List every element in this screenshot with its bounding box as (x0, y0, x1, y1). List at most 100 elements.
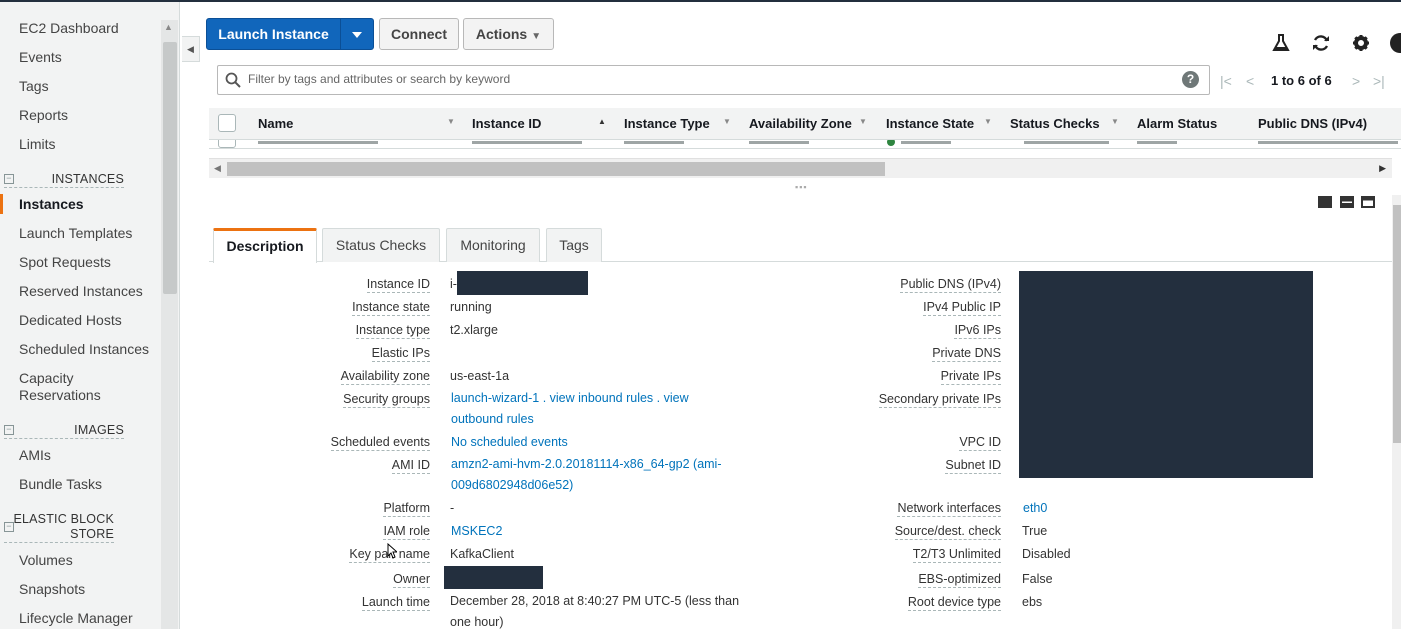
prev-page-icon[interactable]: < (1246, 73, 1254, 89)
label-network-interfaces: Network interfaces (897, 501, 1001, 517)
sidebar-item-tags[interactable]: Tags (19, 78, 49, 95)
label-private-ips: Private IPs (940, 369, 1001, 385)
sidebar-item-spot-requests[interactable]: Spot Requests (19, 254, 111, 271)
layout-full-icon[interactable] (1318, 195, 1332, 208)
mouse-cursor-icon (387, 543, 397, 559)
column-header-instance-id[interactable]: Instance ID (472, 116, 541, 131)
scroll-up-arrow-icon[interactable]: ▲ (164, 22, 173, 32)
label-public-dns: Public DNS (IPv4) (900, 277, 1001, 293)
sidebar-item-dedicated-hosts[interactable]: Dedicated Hosts (19, 312, 122, 329)
cell-alarm-clipped (1137, 141, 1177, 144)
sort-icon[interactable]: ▼ (723, 117, 731, 126)
caret-down-icon (352, 32, 362, 39)
sidebar-item-instances[interactable]: Instances (19, 196, 84, 213)
label-launch-time: Launch time (361, 595, 430, 611)
last-page-icon[interactable]: >| (1373, 73, 1385, 89)
flask-icon[interactable] (1270, 32, 1292, 54)
gear-icon[interactable] (1350, 32, 1372, 54)
table-horizontal-scrollbar[interactable]: ◀ ▶ (209, 158, 1392, 178)
select-all-checkbox[interactable] (218, 114, 236, 132)
next-page-icon[interactable]: > (1352, 73, 1360, 89)
sort-ascending-icon[interactable]: ▲ (598, 117, 606, 126)
column-header-status-checks[interactable]: Status Checks (1010, 116, 1100, 131)
sidebar-item-ec2-dashboard[interactable]: EC2 Dashboard (19, 20, 119, 37)
redacted-network-details (1019, 271, 1313, 478)
sidebar-item-volumes[interactable]: Volumes (19, 552, 73, 569)
cell-state-clipped (901, 141, 951, 144)
section-images[interactable]: − IMAGES (4, 423, 124, 439)
horizontal-scroll-thumb[interactable] (227, 162, 885, 176)
tab-monitoring[interactable]: Monitoring (446, 228, 540, 262)
layout-top-icon[interactable] (1361, 195, 1376, 208)
column-header-availability-zone[interactable]: Availability Zone (749, 116, 852, 131)
launch-dropdown-button[interactable] (340, 18, 374, 50)
tab-status-checks[interactable]: Status Checks (322, 228, 440, 262)
network-interface-link[interactable]: eth0 (1023, 500, 1047, 516)
instances-table-header: Name ▼ Instance ID ▲ Instance Type ▼ Ava… (209, 108, 1401, 140)
label-subnet-id: Subnet ID (945, 458, 1001, 474)
sidebar-item-events[interactable]: Events (19, 49, 62, 66)
sort-icon[interactable]: ▼ (447, 117, 455, 126)
sort-icon[interactable]: ▼ (859, 117, 867, 126)
label-root-device-type: Root device type (907, 595, 1001, 611)
sidebar-item-amis[interactable]: AMIs (19, 447, 51, 464)
label-security-groups: Security groups (343, 392, 430, 408)
chevron-down-icon: ▼ (531, 31, 542, 42)
column-header-instance-type[interactable]: Instance Type (624, 116, 710, 131)
running-status-dot-icon (887, 140, 895, 146)
cell-az-clipped (749, 141, 809, 144)
section-elastic-block-store[interactable]: − ELASTIC BLOCK STORE (4, 512, 114, 543)
label-ebs-optimized: EBS-optimized (918, 572, 1001, 588)
row-checkbox[interactable] (218, 140, 236, 148)
sidebar-scroll-thumb[interactable] (163, 42, 177, 294)
sidebar-item-bundle-tasks[interactable]: Bundle Tasks (19, 476, 102, 493)
refresh-icon[interactable] (1310, 32, 1332, 54)
sidebar-item-launch-templates[interactable]: Launch Templates (19, 225, 132, 242)
iam-role-link[interactable]: MSKEC2 (451, 523, 502, 539)
layout-split-icon[interactable] (1339, 195, 1354, 208)
sidebar-item-lifecycle-manager[interactable]: Lifecycle Manager (19, 610, 133, 627)
details-scroll-thumb[interactable] (1393, 205, 1401, 443)
actions-button[interactable]: Actions ▼ (463, 18, 554, 50)
value-platform: - (450, 501, 455, 515)
label-ipv6-ips: IPv6 IPs (954, 323, 1001, 339)
value-key-pair-name: KafkaClient (450, 547, 514, 561)
collapse-sidebar-icon[interactable]: ◀ (182, 36, 200, 62)
sidebar-item-capacity-reservations[interactable]: Capacity Reservations (19, 370, 159, 404)
section-instances[interactable]: − INSTANCES (4, 172, 124, 188)
security-groups-links[interactable]: launch-wizard-1 . view inbound rules . v… (451, 388, 726, 430)
search-input[interactable] (248, 72, 1168, 86)
pane-resize-handle[interactable]: ▪▪▪ (795, 182, 808, 192)
sidebar-item-scheduled-instances[interactable]: Scheduled Instances (19, 341, 149, 358)
tab-tags[interactable]: Tags (546, 228, 602, 262)
value-launch-time: December 28, 2018 at 8:40:27 PM UTC-5 (l… (450, 594, 740, 629)
launch-instance-button[interactable]: Launch Instance (206, 18, 341, 50)
sidebar-item-limits[interactable]: Limits (19, 136, 56, 153)
top-border (0, 0, 1401, 2)
value-availability-zone: us-east-1a (450, 369, 510, 383)
sidebar-item-snapshots[interactable]: Snapshots (19, 581, 85, 598)
scroll-right-arrow-icon[interactable]: ▶ (1379, 163, 1386, 174)
connect-button[interactable]: Connect (379, 18, 459, 50)
sidebar-item-reserved-instances[interactable]: Reserved Instances (19, 283, 143, 300)
label-t2t3-unlimited: T2/T3 Unlimited (912, 547, 1001, 563)
sort-icon[interactable]: ▼ (1111, 117, 1119, 126)
sort-icon[interactable]: ▼ (984, 117, 992, 126)
column-header-alarm-status[interactable]: Alarm Status (1137, 116, 1217, 131)
search-filter-box[interactable] (217, 65, 1210, 95)
table-row[interactable] (209, 140, 1401, 149)
ami-id-link[interactable]: amzn2-ami-hvm-2.0.20181114-x86_64-gp2 (a… (451, 454, 751, 496)
sidebar-item-reports[interactable]: Reports (19, 107, 68, 124)
label-availability-zone: Availability zone (340, 369, 430, 385)
value-t2t3-unlimited: Disabled (1022, 547, 1071, 561)
column-header-name[interactable]: Name (258, 116, 293, 131)
scheduled-events-link[interactable]: No scheduled events (451, 434, 568, 450)
tab-description[interactable]: Description (213, 228, 317, 263)
column-header-instance-state[interactable]: Instance State (886, 116, 974, 131)
scroll-left-arrow-icon[interactable]: ◀ (214, 163, 221, 174)
help-icon[interactable]: ? (1182, 71, 1199, 88)
help-circle-icon[interactable] (1390, 32, 1401, 54)
column-header-public-dns[interactable]: Public DNS (IPv4) (1258, 116, 1367, 131)
actions-label: Actions (475, 26, 528, 42)
first-page-icon[interactable]: |< (1220, 73, 1232, 89)
